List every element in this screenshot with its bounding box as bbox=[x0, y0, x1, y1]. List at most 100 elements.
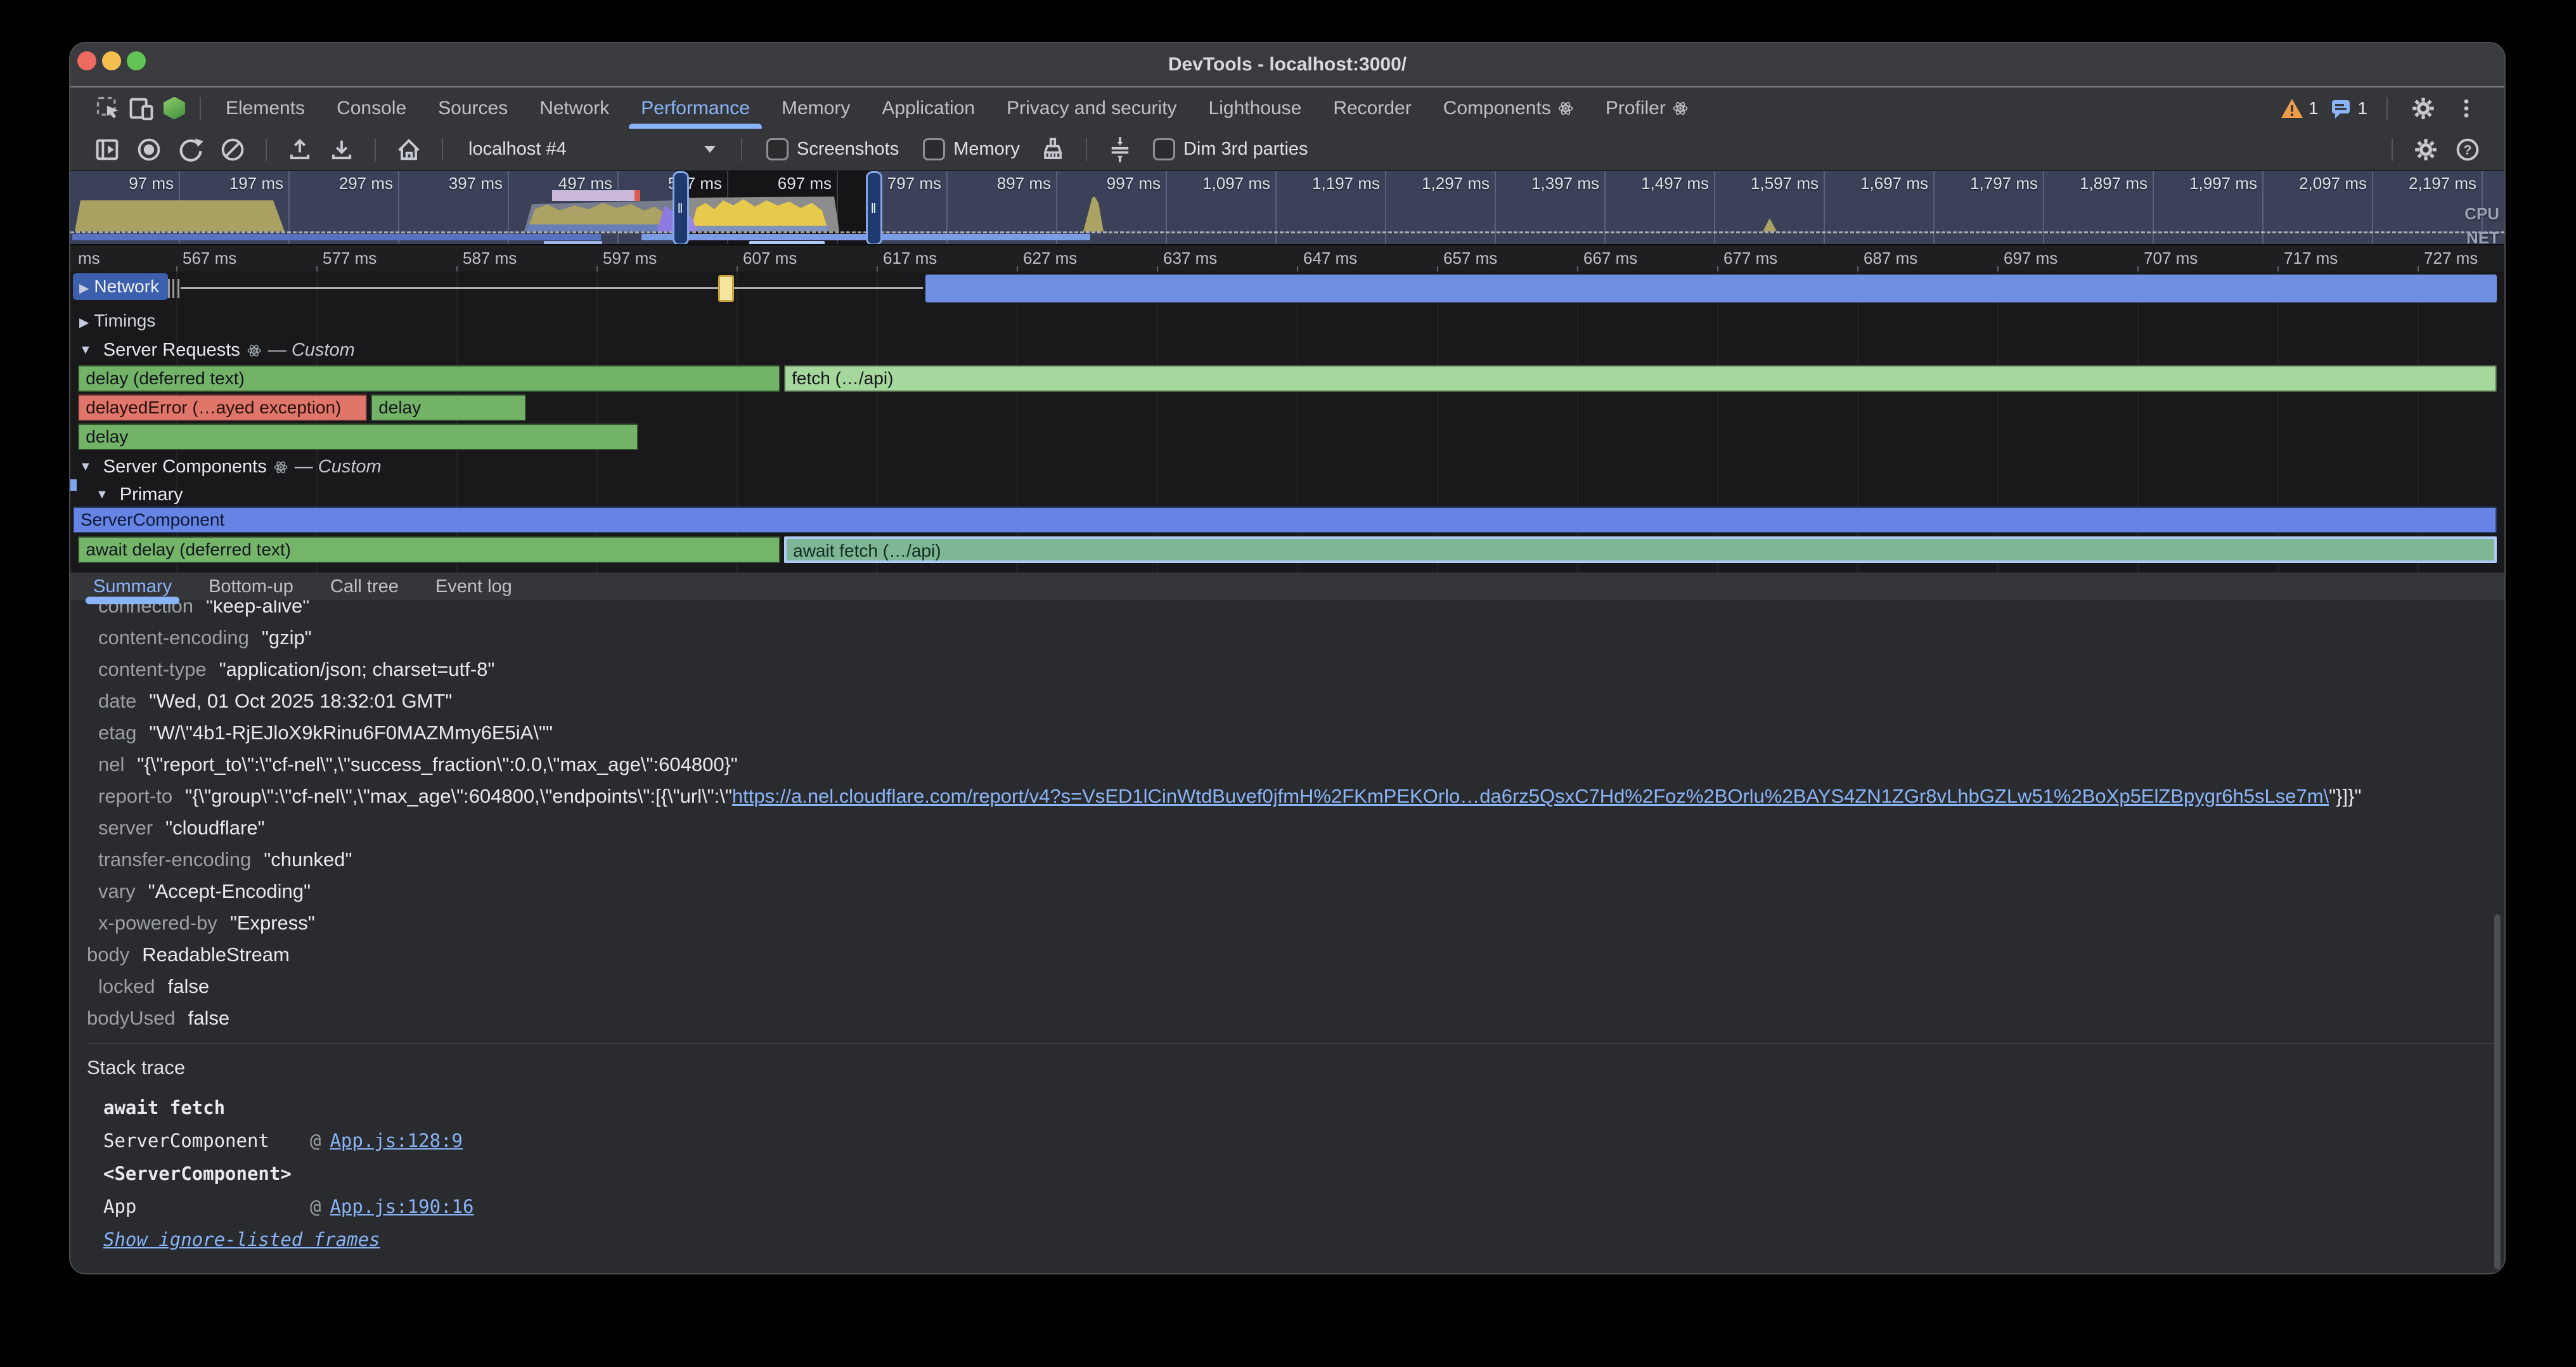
selection-handle-left[interactable]: ‖ bbox=[673, 171, 689, 245]
property-value: "Accept-Encoding" bbox=[148, 880, 311, 902]
ruler-label: 637 ms bbox=[1163, 249, 1217, 268]
collapse-sections-icon[interactable] bbox=[1102, 133, 1138, 166]
react-devtools-icon bbox=[158, 93, 191, 124]
screenshots-checkbox[interactable] bbox=[766, 138, 789, 160]
garbage-collect-brush-icon[interactable] bbox=[1035, 133, 1071, 166]
tab-privacy-and-security[interactable]: Privacy and security bbox=[991, 87, 1192, 129]
warnings-badge[interactable]: 1 bbox=[2279, 96, 2319, 121]
chevron-down-icon[interactable]: ▼ bbox=[79, 460, 92, 474]
settings-gear-icon[interactable] bbox=[2407, 93, 2440, 124]
chevron-right-icon[interactable]: ▶ bbox=[79, 316, 89, 330]
ruler-label: 687 ms bbox=[1864, 249, 1917, 268]
property-key: server bbox=[98, 817, 153, 839]
svg-text:?: ? bbox=[2464, 143, 2472, 157]
server-requests-track-header[interactable]: ▼ Server Requests — Custom bbox=[79, 340, 355, 361]
property-row: lockedfalse bbox=[87, 971, 2504, 1002]
cpu-net-divider bbox=[70, 231, 2504, 233]
tab-summary[interactable]: Summary bbox=[93, 573, 172, 600]
frame-name: await fetch bbox=[103, 1097, 225, 1118]
property-key: x-powered-by bbox=[98, 912, 217, 934]
tab-profiler[interactable]: Profiler bbox=[1590, 87, 1704, 129]
tab-network[interactable]: Network bbox=[524, 87, 625, 129]
ruler-label: 677 ms bbox=[1723, 249, 1777, 268]
flame-bar[interactable]: fetch (…/api) bbox=[784, 365, 2497, 392]
tab-elements[interactable]: Elements bbox=[210, 87, 321, 129]
screen-background: DevTools - localhost:3000/ Elements Cons… bbox=[0, 0, 2576, 1367]
stack-trace-title: Stack trace bbox=[87, 1052, 2504, 1084]
property-key: etag bbox=[98, 722, 136, 744]
property-row: server"cloudflare" bbox=[87, 812, 2504, 844]
details-tabbar: Summary Bottom-up Call tree Event log bbox=[70, 573, 2504, 600]
save-profile-icon[interactable] bbox=[324, 133, 359, 166]
flame-bar[interactable]: delay (deferred text) bbox=[78, 365, 780, 392]
tab-sources[interactable]: Sources bbox=[422, 87, 524, 129]
tab-bottom-up[interactable]: Bottom-up bbox=[209, 573, 293, 600]
clear-icon[interactable] bbox=[215, 133, 250, 166]
window-title: DevTools - localhost:3000/ bbox=[70, 43, 2504, 86]
property-row: report-to"{\"group\":\"cf-nel\",\"max_ag… bbox=[87, 781, 2504, 812]
react-atom-icon bbox=[1672, 100, 1689, 117]
reload-and-record-icon[interactable] bbox=[173, 133, 209, 166]
flame-chart-tracks[interactable]: ▶Network ▶Timings ▼ Server Requests — Cu… bbox=[70, 271, 2504, 573]
device-toolbar-icon[interactable] bbox=[125, 93, 158, 124]
react-atom-icon bbox=[273, 460, 288, 475]
dim-3rd-parties-checkbox[interactable] bbox=[1153, 138, 1175, 160]
ruler-label: 617 ms bbox=[883, 249, 937, 268]
tab-console[interactable]: Console bbox=[321, 87, 422, 129]
issues-badge[interactable]: 1 bbox=[2328, 96, 2367, 121]
memory-checkbox[interactable] bbox=[923, 138, 945, 160]
tab-lighthouse[interactable]: Lighthouse bbox=[1193, 87, 1318, 129]
flame-bar[interactable]: delay bbox=[371, 394, 526, 421]
ruler-label: 657 ms bbox=[1443, 249, 1497, 268]
show-ignore-listed-frames-link[interactable]: Show ignore-listed frames bbox=[103, 1229, 380, 1250]
flame-bar[interactable]: delay bbox=[78, 424, 638, 450]
react-atom-icon bbox=[247, 343, 262, 358]
property-row: content-type"application/json; charset=u… bbox=[87, 654, 2504, 685]
tab-call-tree[interactable]: Call tree bbox=[330, 573, 399, 600]
tab-event-log[interactable]: Event log bbox=[435, 573, 512, 600]
ruler-label: 667 ms bbox=[1583, 249, 1637, 268]
timeline-overview[interactable]: 97 ms197 ms297 ms397 ms497 ms597 ms697 m… bbox=[70, 170, 2504, 245]
tab-recorder[interactable]: Recorder bbox=[1317, 87, 1427, 129]
toggle-sidebar-icon[interactable] bbox=[89, 133, 125, 166]
stack-frame: App@App.js:190:16 bbox=[87, 1190, 2504, 1223]
panel-tabbar: Elements Console Sources Network Perform… bbox=[70, 87, 2504, 129]
summary-pane[interactable]: connection"keep-alive"content-encoding"g… bbox=[70, 600, 2504, 1273]
flame-bar[interactable]: await fetch (…/api) bbox=[784, 536, 2497, 563]
divider bbox=[266, 138, 267, 161]
flame-bar[interactable]: await delay (deferred text) bbox=[78, 536, 780, 563]
flame-bar[interactable]: ServerComponent bbox=[73, 507, 2497, 533]
dim-3rd-parties-label: Dim 3rd parties bbox=[1183, 139, 1308, 160]
server-components-track-header[interactable]: ▼ Server Components — Custom bbox=[79, 457, 382, 477]
source-location-link[interactable]: App.js:128:9 bbox=[330, 1130, 463, 1151]
property-row: content-encoding"gzip" bbox=[87, 622, 2504, 654]
network-request-marker[interactable] bbox=[718, 275, 733, 302]
source-location-link[interactable]: App.js:190:16 bbox=[330, 1196, 473, 1217]
network-request-bar[interactable] bbox=[925, 275, 2497, 302]
tab-application[interactable]: Application bbox=[866, 87, 991, 129]
report-endpoint-link[interactable]: https://a.nel.cloudflare.com/report/v4?s… bbox=[732, 785, 2329, 807]
tab-memory[interactable]: Memory bbox=[766, 87, 866, 129]
chevron-down-icon[interactable]: ▼ bbox=[96, 488, 108, 502]
chevron-down-icon[interactable]: ▼ bbox=[79, 343, 92, 358]
tab-components[interactable]: Components bbox=[1427, 87, 1590, 129]
scrollbar-thumb[interactable] bbox=[2494, 914, 2501, 1269]
chevron-down-icon bbox=[704, 146, 716, 153]
help-icon[interactable]: ? bbox=[2450, 133, 2485, 166]
flame-bar[interactable]: delayedError (…ayed exception) bbox=[78, 394, 366, 421]
stack-frame: <ServerComponent> bbox=[87, 1157, 2504, 1190]
time-ruler: ms567 ms577 ms587 ms597 ms607 ms617 ms62… bbox=[70, 244, 2504, 273]
ruler-label: 587 ms bbox=[463, 249, 517, 268]
property-key: date bbox=[98, 690, 136, 712]
timings-track-header[interactable]: ▶Timings bbox=[79, 311, 155, 331]
capture-settings-gear-icon[interactable] bbox=[2408, 133, 2444, 166]
history-dropdown[interactable]: localhost #4 bbox=[458, 139, 726, 160]
primary-lane-header[interactable]: ▼ Primary bbox=[96, 484, 183, 505]
load-profile-icon[interactable] bbox=[282, 133, 318, 166]
selection-handle-right[interactable]: ‖ bbox=[866, 171, 882, 245]
tab-performance[interactable]: Performance bbox=[625, 87, 766, 129]
home-icon[interactable] bbox=[391, 133, 427, 166]
more-options-kebab-icon[interactable] bbox=[2450, 93, 2483, 124]
inspect-element-icon[interactable] bbox=[92, 93, 125, 124]
record-icon[interactable] bbox=[131, 133, 167, 166]
